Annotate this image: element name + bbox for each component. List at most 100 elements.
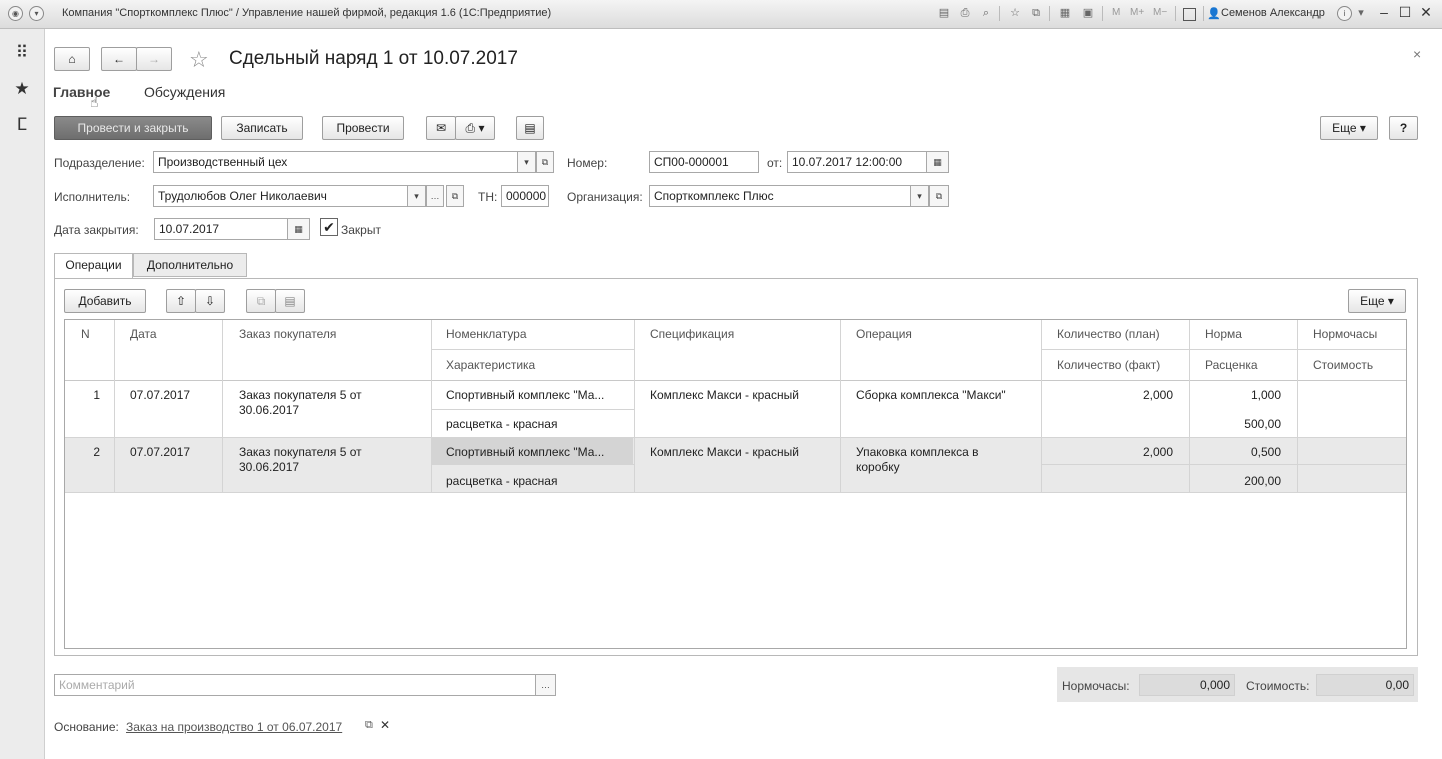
subdivision-field[interactable]: Производственный цех [153, 151, 518, 173]
table-more-button[interactable]: Еще ▾ [1348, 289, 1406, 313]
forward-button[interactable]: → [136, 47, 172, 71]
closed-checkbox[interactable]: ✔ [320, 218, 338, 236]
calendar-icon[interactable]: ▣ [1081, 6, 1095, 20]
printer-icon[interactable]: ⎙ [958, 6, 972, 20]
basis-link[interactable]: Заказ на производство 1 от 06.07.2017 [126, 720, 342, 734]
move-down-icon[interactable]: ⇩ [195, 289, 225, 313]
save-button[interactable]: Записать [221, 116, 303, 140]
chevron-down-icon[interactable]: ▾ [1354, 6, 1368, 20]
print-dropdown-icon[interactable]: ⎙ ▾ [455, 116, 495, 140]
memory-plus-button[interactable]: M+ [1130, 7, 1144, 18]
comment-input[interactable]: Комментарий [54, 674, 536, 696]
tab-main[interactable]: Главное [53, 84, 110, 100]
row-date: 07.07.2017 [130, 445, 191, 459]
favorite-star-icon[interactable]: ☆ [189, 47, 209, 73]
help-button[interactable]: ? [1389, 116, 1418, 140]
close-window-icon[interactable]: ✕ [1418, 4, 1434, 21]
user-icon: 👤 [1207, 8, 1221, 20]
close-date-calendar-icon[interactable]: ▦ [288, 218, 310, 240]
row-qty-plan: 2,000 [1142, 445, 1173, 459]
norm-hours-total-value: 0,000 [1139, 674, 1235, 696]
row-rate: 500,00 [1244, 417, 1281, 431]
col-header-n[interactable]: N [81, 327, 90, 341]
back-button[interactable]: ← [101, 47, 137, 71]
organization-dropdown-icon[interactable]: ▾ [911, 185, 929, 207]
paste-icon[interactable]: ▤ [275, 289, 305, 313]
col-header-date[interactable]: Дата [130, 327, 157, 341]
row-order: Заказ покупателя 5 от [239, 388, 362, 402]
organization-field[interactable]: Спорткомплекс Плюс [649, 185, 911, 207]
basis-clear-icon[interactable]: ✕ [380, 718, 390, 732]
executor-field[interactable]: Трудолюбов Олег Николаевич [153, 185, 408, 207]
link-icon[interactable]: ⧉ [1029, 6, 1043, 20]
row-date: 07.07.2017 [130, 388, 191, 402]
date-calendar-icon[interactable]: ▦ [927, 151, 949, 173]
print-preview-icon[interactable]: ▤ [937, 6, 951, 20]
memory-button[interactable]: M [1112, 7, 1120, 18]
col-header-rate[interactable]: Расценка [1205, 358, 1258, 372]
subdivision-open-icon[interactable]: ⧉ [536, 151, 554, 173]
star-icon[interactable]: ★ [12, 79, 32, 99]
user-name[interactable]: Семенов Александр [1221, 7, 1325, 19]
organization-label: Организация: [567, 190, 643, 204]
basis-select-icon[interactable]: ⧉ [365, 719, 373, 732]
executor-label: Исполнитель: [54, 190, 131, 204]
executor-open-icon[interactable]: ⧉ [446, 185, 464, 207]
history-icon[interactable]: ⵎ [12, 115, 32, 135]
tn-field[interactable]: 000000 [501, 185, 549, 207]
email-icon[interactable]: ✉ [426, 116, 456, 140]
tab-operations[interactable]: Операции [54, 253, 133, 279]
executor-dropdown-icon[interactable]: ▾ [408, 185, 426, 207]
minimize-icon[interactable]: – [1376, 4, 1392, 20]
col-header-qty-plan[interactable]: Количество (план) [1057, 327, 1160, 341]
window-menu-icon[interactable]: ▾ [29, 6, 44, 21]
subdivision-dropdown-icon[interactable]: ▾ [518, 151, 536, 173]
tn-label: ТН: [478, 190, 498, 204]
comment-open-icon[interactable]: … [536, 674, 556, 696]
info-icon[interactable]: i [1337, 6, 1352, 21]
tab-additional[interactable]: Дополнительно [133, 253, 247, 277]
panel-toggle-icon[interactable] [1183, 8, 1196, 21]
row-specification: Комплекс Макси - красный [650, 445, 799, 459]
col-header-norm[interactable]: Норма [1205, 327, 1242, 341]
calculator-icon[interactable]: ▦ [1058, 6, 1072, 20]
home-button[interactable]: ⌂ [54, 47, 90, 71]
col-header-norm-hours[interactable]: Нормочасы [1313, 327, 1377, 341]
row-order: Заказ покупателя 5 от [239, 445, 362, 459]
organization-open-icon[interactable]: ⧉ [929, 185, 949, 207]
closed-label: Закрыт [341, 223, 381, 237]
post-and-close-button[interactable]: Провести и закрыть [54, 116, 212, 140]
memory-minus-button[interactable]: M− [1153, 7, 1167, 18]
date-field[interactable]: 10.07.2017 12:00:00 [787, 151, 927, 173]
tab-discussions[interactable]: Обсуждения [144, 84, 225, 100]
apps-grid-icon[interactable]: ⠿ [12, 43, 32, 63]
col-header-nomenclature[interactable]: Номенклатура [446, 327, 527, 341]
cost-total-value: 0,00 [1316, 674, 1414, 696]
col-header-order[interactable]: Заказ покупателя [239, 327, 336, 341]
document-icon[interactable]: ▤ [516, 116, 544, 140]
close-date-field[interactable]: 10.07.2017 [154, 218, 288, 240]
subdivision-label: Подразделение: [54, 156, 145, 170]
move-up-icon[interactable]: ⇧ [166, 289, 196, 313]
norm-hours-total-label: Нормочасы: [1062, 679, 1130, 693]
row-nomenclature[interactable]: Спортивный комплекс "Ма... [446, 445, 604, 459]
col-header-qty-fact[interactable]: Количество (факт) [1057, 358, 1160, 372]
add-button[interactable]: Добавить [64, 289, 146, 313]
more-button[interactable]: Еще ▾ [1320, 116, 1378, 140]
executor-select-icon[interactable]: … [426, 185, 444, 207]
app-menu-icon[interactable]: ◉ [8, 6, 23, 21]
close-form-icon[interactable]: × [1413, 46, 1421, 62]
cost-total-label: Стоимость: [1246, 679, 1310, 693]
row-norm: 1,000 [1250, 388, 1281, 402]
col-header-operation[interactable]: Операция [856, 327, 912, 341]
copy-icon[interactable]: ⧉ [246, 289, 276, 313]
maximize-icon[interactable]: ☐ [1397, 4, 1413, 21]
post-button[interactable]: Провести [322, 116, 404, 140]
favorites-icon[interactable]: ☆ [1008, 6, 1022, 20]
col-header-specification[interactable]: Спецификация [650, 327, 734, 341]
find-icon[interactable]: ⌕ [979, 6, 993, 20]
col-header-characteristic[interactable]: Характеристика [446, 358, 535, 372]
col-header-cost[interactable]: Стоимость [1313, 358, 1373, 372]
row-norm: 0,500 [1250, 445, 1281, 459]
number-field[interactable]: СП00-000001 [649, 151, 759, 173]
